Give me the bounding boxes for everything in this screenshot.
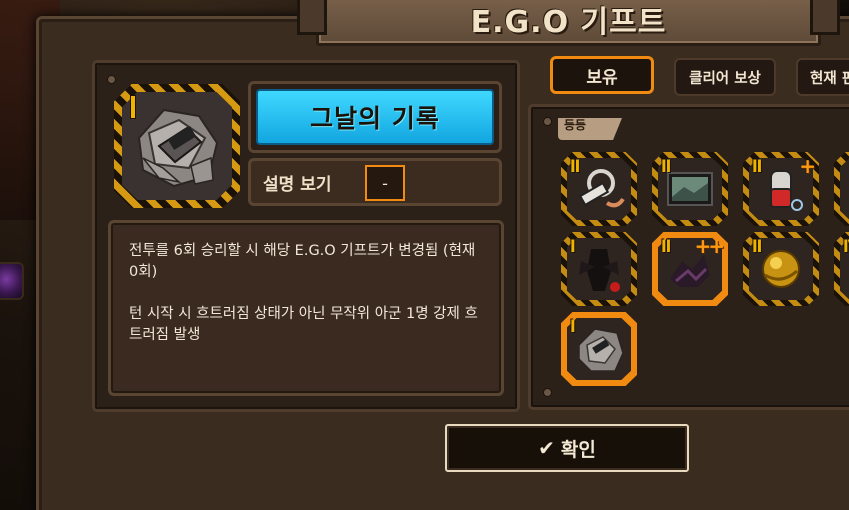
gift-slot[interactable]: II [561,152,637,226]
gift-slot[interactable]: II + [743,152,819,226]
tab-clear-reward[interactable]: 클리어 보상 [674,58,776,96]
slot-rank: II [570,157,580,177]
ego-gift-screen: E.G.O 기프트 그날의 기록 설명 보기 - 전투를 6회 승리할 시 해당… [0,0,849,510]
paper-record-icon [578,328,624,372]
slot-rank: II [661,157,671,177]
description-toggle-label: 설명 보기 [263,174,332,195]
tab-owned[interactable]: 보유 [550,56,654,94]
gift-name-button[interactable]: 그날의 기록 [248,81,502,153]
gift-slot[interactable]: II ++ [652,232,728,306]
page-title: E.G.O 기프트 [470,5,667,40]
description-line-1: 전투를 6회 승리할 시 해당 E.G.O 기프트가 변경됨 (현재 0회) [129,243,476,280]
slot-rank: I [570,317,576,337]
shadow-figure-icon [579,249,620,292]
description-toggle-button[interactable]: - [365,165,405,201]
screw-icon [543,117,552,126]
golden-orb-icon [762,250,800,288]
gift-slot[interactable]: I [561,232,637,306]
checkmark-icon: ✔ [538,436,555,460]
inventory-header-label: 등등 [564,118,587,132]
tab-owned-label: 보유 [586,67,618,88]
photo-frame-icon [667,172,713,206]
tab-current[interactable]: 현재 핀 [796,58,849,96]
slot-rank: I [570,237,576,257]
slot-rank: II [661,237,671,257]
gift-name-label: 그날의 기록 [310,104,440,133]
gift-slot[interactable]: II [743,232,819,306]
slot-rank: II [752,157,762,177]
gift-slot[interactable]: II [652,152,728,226]
gift-icon-inner [122,92,232,200]
tab-current-label: 현재 핀 [810,70,849,87]
screw-icon [107,75,116,84]
slot-rank: II [752,237,762,257]
title-cap-left [297,0,327,35]
title-cap-right [810,0,840,35]
gift-slot-selected[interactable]: I [561,312,637,386]
paper-record-icon [137,108,219,188]
tab-clear-reward-label: 클리어 보상 [689,70,761,87]
description-toggle[interactable]: 설명 보기 - [248,158,502,206]
rank-one-icon [131,96,135,118]
slot-plus: + [799,154,816,178]
title-plate: E.G.O 기프트 [297,0,840,46]
confirm-label: 확인 [560,438,596,461]
side-portrait-icon[interactable] [0,262,24,300]
screw-icon [543,388,552,397]
description-line-2: 턴 시작 시 흐트러짐 상태가 아닌 무작위 아군 1명 강제 흐트러짐 발생 [129,306,478,343]
slot-rank: IV [843,237,849,257]
gift-slot[interactable]: IV [834,232,849,306]
wrench-gear-icon [578,169,625,208]
gift-slot[interactable] [834,152,849,226]
gift-description-box: 전투를 6회 승리할 시 해당 E.G.O 기프트가 변경됨 (현재 0회) 턴… [108,220,504,396]
inventory-header: 등등 [558,118,622,140]
slot-plus: ++ [694,234,724,258]
confirm-button[interactable]: ✔ 확인 [445,424,689,472]
